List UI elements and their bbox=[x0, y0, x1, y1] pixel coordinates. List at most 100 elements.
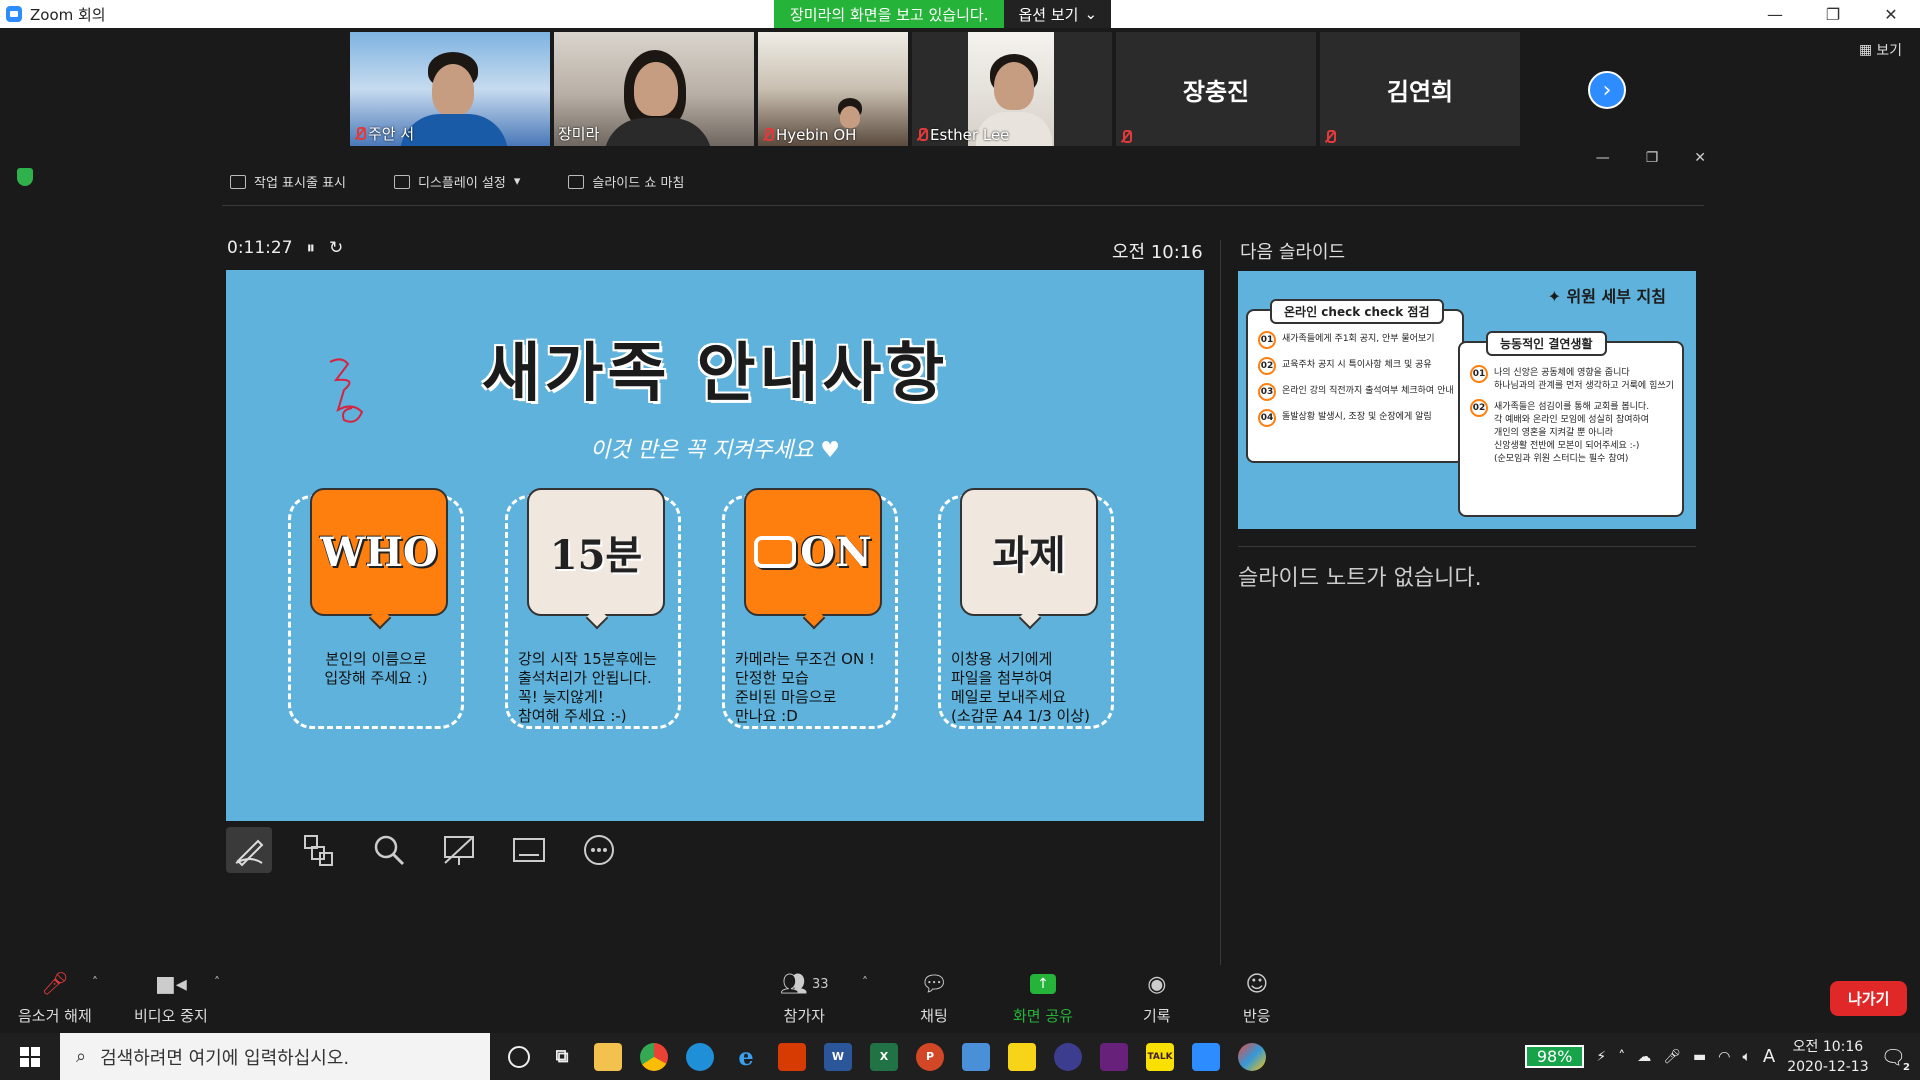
presenter-restore-button[interactable]: ❐ bbox=[1646, 150, 1659, 166]
next-slide-label: 다음 슬라이드 bbox=[1240, 242, 1346, 263]
card-badge: WHO bbox=[310, 488, 448, 616]
internet-explorer-icon[interactable]: e bbox=[732, 1042, 760, 1071]
muted-mic-icon bbox=[1120, 130, 1132, 144]
kakaotalk-icon[interactable]: TALK bbox=[1146, 1042, 1174, 1071]
audio-options-caret-icon[interactable]: ˄ bbox=[92, 975, 98, 989]
item-text: 새가족들은 섬김이를 통해 교회를 봅니다. 각 예배와 온라인 모임에 성실히… bbox=[1494, 402, 1650, 464]
pause-icon[interactable]: ⏸ bbox=[307, 238, 316, 258]
participant-tile[interactable]: 주안 서 bbox=[350, 32, 550, 146]
participant-strip: 주안 서 장미라 Hyebin OH Esther Lee 장충진 김연희 bbox=[350, 32, 1520, 146]
system-tray: 98% ⚡︎ ˄ ☁︎ 🎤︎ ▬ ◠ 🔈︎ A 오전 10:16 2020-12-… bbox=[1524, 1033, 1920, 1080]
edge-icon[interactable] bbox=[686, 1042, 714, 1071]
word-icon[interactable]: W bbox=[824, 1042, 852, 1071]
visual-studio-icon[interactable] bbox=[1100, 1042, 1128, 1071]
next-page-button[interactable]: › bbox=[1588, 71, 1626, 109]
microphone-icon[interactable]: 🎤︎ bbox=[1663, 1049, 1681, 1065]
ime-indicator[interactable]: A bbox=[1763, 1046, 1775, 1067]
participants-options-caret-icon[interactable]: ˄ bbox=[862, 975, 868, 989]
minimize-button[interactable]: — bbox=[1746, 0, 1804, 28]
paint-icon[interactable] bbox=[1238, 1042, 1266, 1071]
participant-tile[interactable]: 김연희 bbox=[1320, 32, 1520, 146]
restore-button[interactable]: ❐ bbox=[1804, 0, 1862, 28]
show-taskbar-button[interactable]: 작업 표시줄 표시 bbox=[230, 172, 346, 191]
chrome-icon[interactable] bbox=[640, 1042, 668, 1071]
zoom-taskbar-icon[interactable] bbox=[1192, 1042, 1220, 1071]
presenter-minimize-button[interactable]: — bbox=[1596, 150, 1610, 166]
chat-label: 채팅 bbox=[920, 1007, 948, 1025]
eclipse-icon[interactable] bbox=[1054, 1042, 1082, 1071]
show-hidden-icons[interactable]: ˄ bbox=[1618, 1049, 1625, 1065]
chat-button[interactable]: 💬︎ 채팅 bbox=[920, 969, 948, 1026]
more-options-icon[interactable] bbox=[576, 827, 622, 873]
clock-time: 오전 10:16 bbox=[1792, 1038, 1864, 1055]
display-settings-button[interactable]: 디스플레이 설정 ▾ bbox=[394, 172, 520, 191]
search-placeholder: 검색하려면 여기에 입력하십시오. bbox=[100, 1047, 350, 1069]
unmute-button[interactable]: 🎤︎ 음소거 해제 bbox=[18, 969, 92, 1026]
next-slide-preview[interactable]: ✦ 위원 세부 지침 온라인 check check 점검 01 새가족들에게 주… bbox=[1238, 271, 1696, 529]
subtitles-icon[interactable] bbox=[506, 827, 552, 873]
zoom-magnifier-icon[interactable] bbox=[366, 827, 412, 873]
window-titlebar: Zoom 회의 장미라의 화면을 보고 있습니다. 옵션 보기 ⌄ — ❐ ✕ bbox=[0, 0, 1920, 28]
black-screen-icon[interactable] bbox=[436, 827, 482, 873]
participant-tile[interactable]: Hyebin OH bbox=[758, 32, 908, 146]
taskbar-clock[interactable]: 오전 10:16 2020-12-13 bbox=[1787, 1037, 1868, 1077]
participant-tile[interactable]: Esther Lee bbox=[912, 32, 1112, 146]
wifi-icon[interactable]: ◠ bbox=[1718, 1049, 1730, 1065]
presenter-toolbar: 작업 표시줄 표시 디스플레이 설정 ▾ 슬라이드 쇼 마침 bbox=[230, 172, 684, 191]
share-screen-label: 화면 공유 bbox=[1013, 1007, 1073, 1025]
volume-icon[interactable]: 🔈︎ bbox=[1743, 1049, 1751, 1065]
presenter-close-button[interactable]: ✕ bbox=[1694, 150, 1706, 166]
zoom-app-icon bbox=[6, 6, 22, 22]
whiteboard-icon[interactable] bbox=[962, 1042, 990, 1071]
video-camera-icon: ■◂ bbox=[154, 971, 187, 997]
close-button[interactable]: ✕ bbox=[1862, 0, 1920, 28]
participant-name: 장미라 bbox=[558, 125, 600, 143]
share-screen-button[interactable]: ↑ 화면 공유 bbox=[1013, 969, 1073, 1026]
next-slide-title: ✦ 위원 세부 지침 bbox=[1547, 287, 1666, 306]
taskbar-search-box[interactable]: ⌕ 검색하려면 여기에 입력하십시오. bbox=[60, 1033, 490, 1080]
viewing-screen-label: 장미라의 화면을 보고 있습니다. bbox=[774, 0, 1005, 28]
security-shield-icon[interactable] bbox=[17, 168, 33, 186]
participant-tile[interactable]: 장충진 bbox=[1116, 32, 1316, 146]
participants-button[interactable]: 👥︎ 33 참가자 bbox=[780, 969, 828, 1026]
participant-name: Hyebin OH bbox=[776, 126, 857, 144]
sticky-notes-icon[interactable] bbox=[1008, 1042, 1036, 1071]
view-button[interactable]: ▦ 보기 bbox=[1859, 40, 1902, 60]
excel-icon[interactable]: X bbox=[870, 1042, 898, 1071]
battery-indicator[interactable]: 98% bbox=[1524, 1045, 1585, 1068]
restart-icon[interactable]: ↻ bbox=[329, 238, 343, 258]
video-options-caret-icon[interactable]: ˄ bbox=[214, 975, 220, 989]
file-explorer-icon[interactable] bbox=[594, 1042, 622, 1071]
view-options-button[interactable]: 옵션 보기 ⌄ bbox=[1004, 0, 1112, 28]
item-number: 02 bbox=[1470, 399, 1488, 417]
record-button[interactable]: ◉ 기록 bbox=[1143, 969, 1171, 1026]
notification-center-icon[interactable]: 🗨︎ 2 bbox=[1881, 1045, 1910, 1073]
smiley-icon: ☺ bbox=[1245, 971, 1269, 997]
participants-icon: 👥︎ 33 bbox=[780, 971, 829, 997]
view-options-label: 옵션 보기 bbox=[1018, 5, 1079, 24]
stop-video-button[interactable]: ■◂ 비디오 중지 bbox=[134, 969, 208, 1026]
slide-title: 새가족 안내사항 bbox=[481, 337, 949, 411]
muted-mic-icon: 🎤︎ bbox=[40, 971, 69, 997]
item-number: 02 bbox=[1258, 357, 1276, 375]
clock: 오전 10:16 bbox=[1112, 242, 1203, 263]
windows-start-icon[interactable] bbox=[0, 1033, 60, 1080]
all-slides-icon[interactable] bbox=[296, 827, 342, 873]
powerpoint-icon[interactable]: P bbox=[916, 1042, 944, 1071]
office-icon[interactable] bbox=[778, 1042, 806, 1071]
info-card: 과제 이창용 서기에게 파일을 첨부하여 메일로 보내주세요 (소감문 A4 1… bbox=[938, 488, 1114, 729]
participant-tile[interactable]: 장미라 bbox=[554, 32, 754, 146]
item-text: 온라인 강의 직전까지 출석여부 체크하여 안내 bbox=[1282, 386, 1454, 396]
end-slideshow-button[interactable]: 슬라이드 쇼 마침 bbox=[568, 172, 684, 191]
current-slide: 새가족 안내사항 이것 만은 꼭 지켜주세요 ♥ WHO 본인의 이름으로 입장… bbox=[226, 270, 1204, 821]
reactions-button[interactable]: ☺ 반응 bbox=[1243, 969, 1271, 1026]
unmute-label: 음소거 해제 bbox=[18, 1007, 92, 1025]
task-view-icon[interactable]: ⧉ bbox=[548, 1043, 576, 1071]
leave-meeting-button[interactable]: 나가기 bbox=[1830, 981, 1908, 1016]
battery-icon[interactable]: ▬ bbox=[1693, 1049, 1706, 1065]
notification-count: 2 bbox=[1903, 1061, 1910, 1073]
pen-tool-icon[interactable] bbox=[226, 827, 272, 873]
cloud-icon[interactable]: ☁︎ bbox=[1637, 1049, 1651, 1065]
cortana-icon[interactable] bbox=[508, 1045, 530, 1068]
checklist-tab: 온라인 check check 점검 bbox=[1270, 299, 1444, 324]
